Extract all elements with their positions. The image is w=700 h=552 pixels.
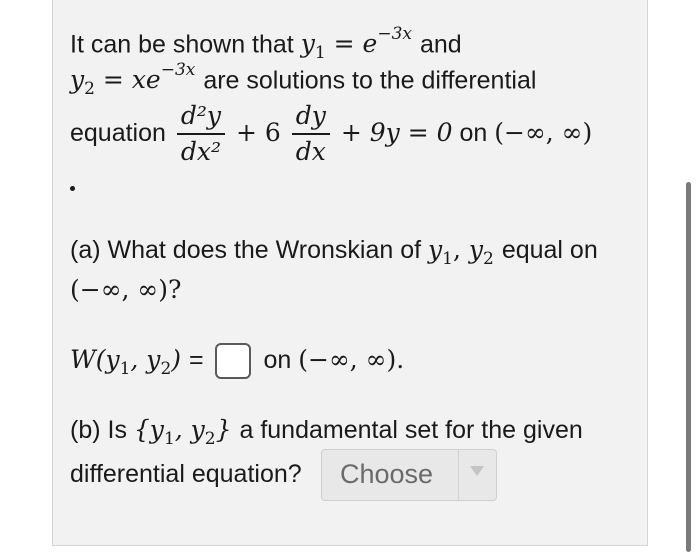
part-a-interval: (−∞, ∞)?: [70, 275, 182, 304]
interval: (−∞, ∞): [494, 118, 593, 147]
equals-sign: =: [188, 346, 204, 374]
part-a-text: (a) What does the Wronskian of: [70, 236, 422, 264]
part-b-text: (b) Is: [70, 416, 127, 444]
select-divider: [458, 450, 459, 500]
wronskian-expression: W(y1, y2): [70, 345, 182, 379]
on-text: on: [459, 119, 488, 147]
part-a-interval-2: (−∞, ∞).: [298, 345, 405, 374]
part-a-question: (a) What does the Wronskian of y1, y2 eq…: [70, 234, 598, 275]
chevron-down-icon[interactable]: [470, 466, 484, 476]
wronskian-answer-line: W(y1, y2) = on (−∞, ∞).: [70, 340, 404, 389]
plus-six: + 6: [236, 118, 281, 147]
are-solutions-text: are solutions to the differential: [203, 66, 537, 95]
equation-rest: + 9y = 0: [340, 118, 453, 147]
differential-equation-text: differential equation?: [70, 460, 302, 488]
wronskian-answer-input[interactable]: [214, 343, 251, 380]
equation-label: equation: [70, 119, 166, 147]
part-a-interval-line: (−∞, ∞)?: [70, 274, 181, 306]
scrollbar[interactable]: [686, 182, 691, 552]
part-b-line2: differential equation?: [70, 458, 302, 490]
second-derivative-fraction: d²y dx²: [176, 101, 226, 167]
solution-set: {y1, y2}: [133, 415, 232, 449]
period-dot: [70, 186, 75, 191]
equation-line: equation d²y dx² + 6 dy dx + 9y = 0 on (…: [70, 98, 592, 168]
select-value: Choose: [340, 459, 434, 489]
fundamental-set-select[interactable]: Choose: [321, 449, 497, 501]
equal-on-text: equal on: [501, 236, 598, 264]
on-text-a: on: [263, 346, 292, 374]
y-pair: y1, y2: [428, 235, 494, 269]
and-text: and: [419, 30, 462, 59]
y1-expression: y1 = e−3x: [300, 24, 412, 64]
part-b-post-text: a fundamental set for the given: [239, 416, 583, 444]
question-card: It can be shown that y1 = e−3x and y2 = …: [52, 0, 648, 546]
y2-expression: y2 = xe−3x: [70, 60, 196, 100]
first-derivative-fraction: dy dx: [291, 101, 330, 167]
intro-text: It can be shown that: [70, 30, 294, 59]
